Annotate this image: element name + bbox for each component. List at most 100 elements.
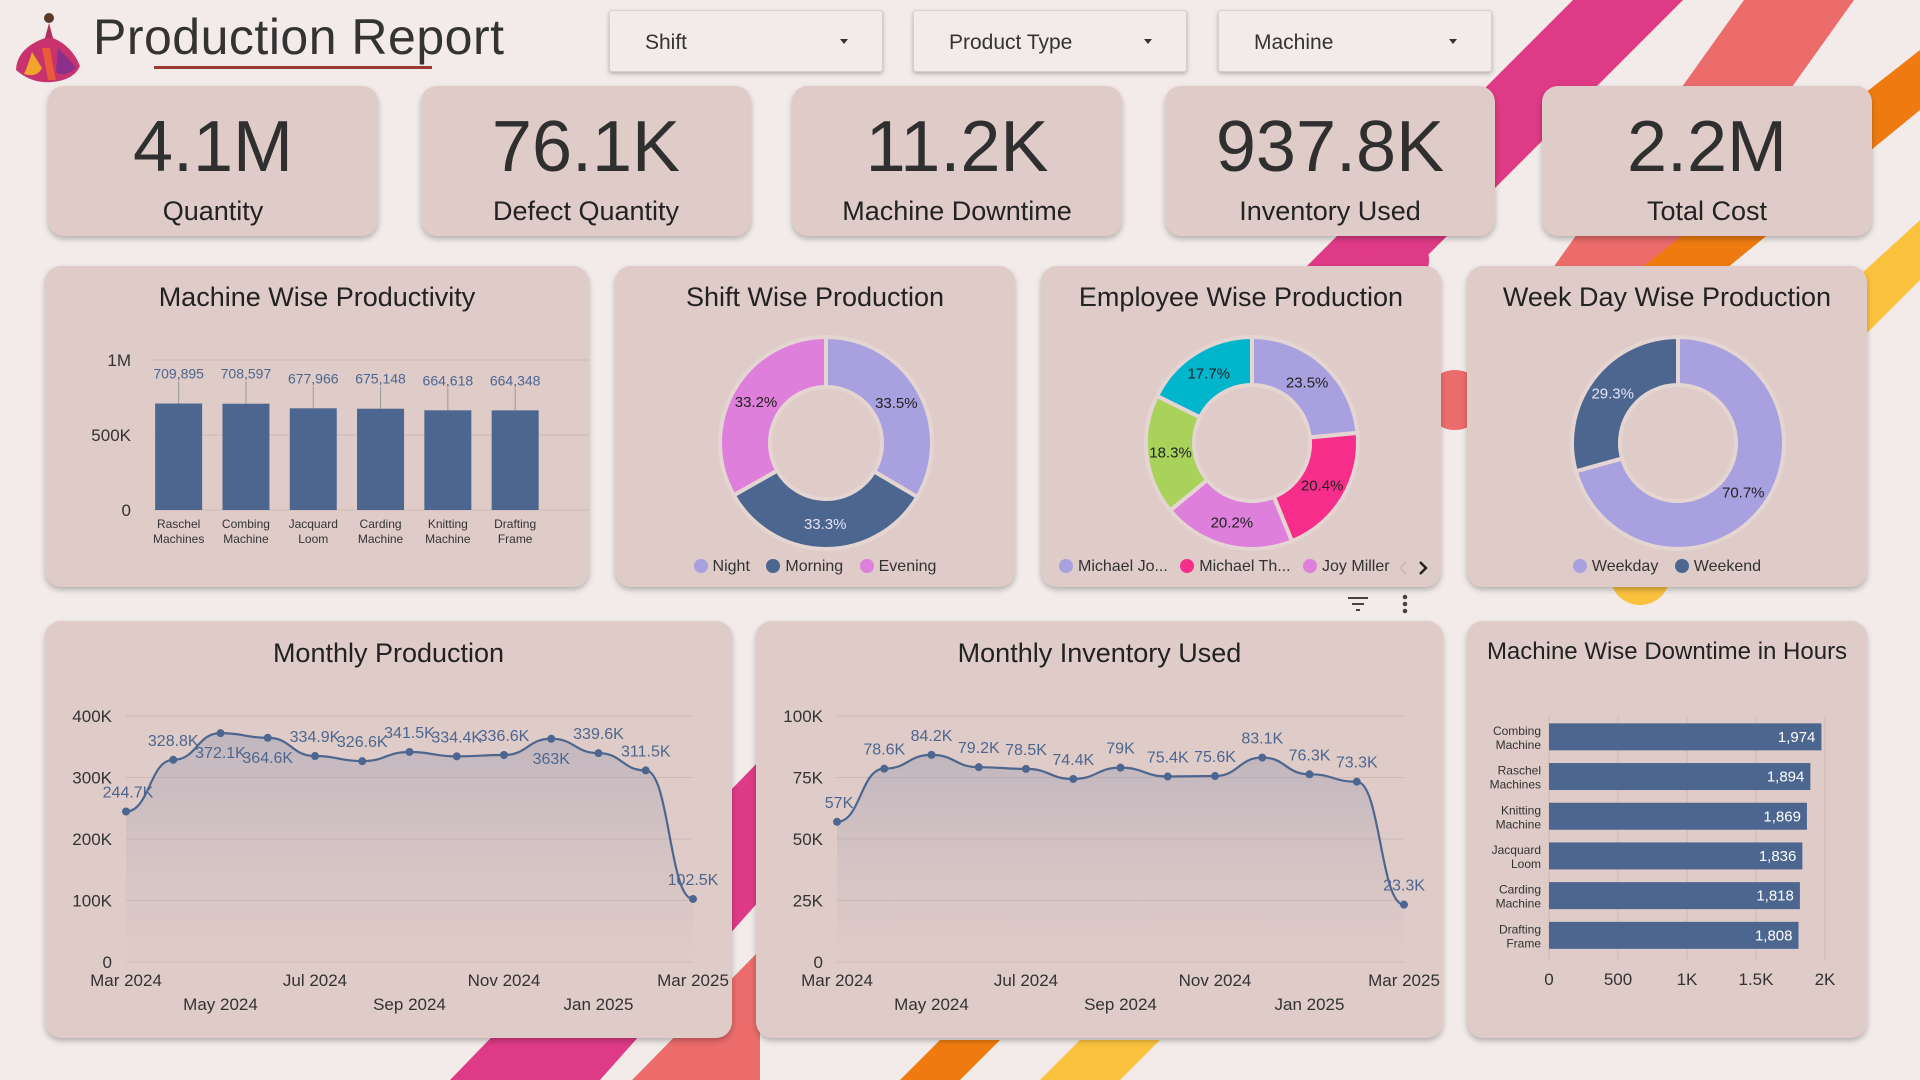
x-tick-label: Jul 2024 <box>994 971 1058 990</box>
x-tick-label: Loom <box>298 532 328 546</box>
y-tick-label: 1M <box>107 351 131 370</box>
point-data-label: 336.6K <box>479 728 530 745</box>
machine-filter-label: Machine <box>1254 31 1334 54</box>
legend-item[interactable]: Evening <box>859 558 937 576</box>
point-data-label: 75.6K <box>1194 749 1236 766</box>
slice-data-label: 20.2% <box>1211 514 1254 531</box>
chevron-left-icon[interactable] <box>1397 560 1409 576</box>
point-data-label: 328.8K <box>148 733 199 750</box>
legend-label: Night <box>712 558 750 575</box>
slice-data-label: 33.5% <box>875 395 918 412</box>
legend-item[interactable]: Morning <box>766 558 843 576</box>
kpi-label: Total Cost <box>1646 196 1768 226</box>
legend-label: Weekend <box>1693 558 1762 575</box>
shift-filter-dropdown[interactable]: Shift <box>609 10 883 72</box>
kpi-value: 937.8K <box>1215 107 1445 187</box>
chart-legend: Night Morning Evening <box>615 558 1015 576</box>
y-tick-label: Machine <box>1496 817 1542 831</box>
legend-label: Joy Miller <box>1322 558 1390 575</box>
machine-downtime-chart: 0 500 1K 1.5K 2K1,974CombingMachine1,894Rasc… <box>1490 716 1836 989</box>
data-point <box>452 752 461 761</box>
legend-item[interactable]: Michael Jo... <box>1059 558 1168 576</box>
bar-data-label: 1,894 <box>1767 769 1805 786</box>
x-tick-label: Mar 2024 <box>801 971 873 990</box>
y-tick-label: Frame <box>1506 936 1541 950</box>
legend-item[interactable]: Michael Th... <box>1180 558 1291 576</box>
bar-data-label: 664,348 <box>490 372 541 388</box>
y-tick-label: 100K <box>72 892 112 911</box>
bar-data-label: 1,869 <box>1763 808 1801 825</box>
bar <box>424 410 472 510</box>
x-tick-label: May 2024 <box>183 995 258 1014</box>
slice-data-label: 18.3% <box>1149 444 1192 461</box>
kpi-value: 2.2M <box>1626 107 1788 187</box>
data-point <box>594 749 603 758</box>
y-tick-label: 0 <box>122 501 131 520</box>
y-tick-label: Drafting <box>1499 922 1541 936</box>
bar-data-label: 709,895 <box>153 366 204 382</box>
x-tick-label: Frame <box>498 532 533 546</box>
kpi-card-machine-downtime: 11.2K Machine Downtime <box>792 86 1122 236</box>
y-tick-label: 50K <box>793 830 824 849</box>
donut-slice <box>1570 334 1680 474</box>
point-data-label: 83.1K <box>1241 731 1283 748</box>
data-point <box>927 750 936 759</box>
data-point <box>122 807 130 816</box>
x-tick-label: Machine <box>223 532 269 546</box>
legend-item[interactable]: Weekday <box>1572 558 1659 576</box>
point-data-label: 341.5K <box>384 725 435 742</box>
machine-productivity-chart: 0 500K 1M 709,895 RaschelMachines 708,597 Comb… <box>91 351 589 546</box>
slice-data-label: 33.3% <box>804 516 847 533</box>
legend-label: Michael Th... <box>1199 558 1291 575</box>
donut-slice <box>731 467 920 551</box>
kpi-label: Inventory Used <box>1239 196 1421 226</box>
point-data-label: 79.2K <box>958 740 1000 757</box>
legend-item[interactable]: Weekend <box>1674 558 1762 576</box>
x-tick-label: Machine <box>425 532 471 546</box>
data-point <box>405 747 414 756</box>
data-point <box>1305 770 1314 779</box>
data-point <box>1069 774 1078 783</box>
kpi-value: 11.2K <box>865 107 1049 187</box>
point-data-label: 244.7K <box>103 785 154 802</box>
area-fill <box>837 754 1404 962</box>
legend-item[interactable]: Night <box>693 558 750 576</box>
point-data-label: 78.6K <box>863 742 905 759</box>
point-data-label: 326.6K <box>337 734 388 751</box>
x-tick-label: Jan 2025 <box>1275 995 1345 1014</box>
bar-data-label: 1,836 <box>1759 848 1797 865</box>
chart-legend: Weekday Weekend <box>1467 558 1867 576</box>
legend-label: Weekday <box>1591 558 1659 575</box>
machine-filter-dropdown[interactable]: Machine <box>1218 10 1492 72</box>
x-tick-label: 500 <box>1604 970 1632 989</box>
kpi-label: Quantity <box>162 196 264 226</box>
chevron-right-icon[interactable] <box>1417 560 1429 576</box>
filter-icon[interactable] <box>1346 594 1370 614</box>
x-tick-label: Jan 2025 <box>564 995 634 1014</box>
kpi-label: Defect Quantity <box>492 196 680 226</box>
data-point <box>974 763 983 772</box>
bar <box>155 403 203 510</box>
more-options-icon[interactable] <box>1399 593 1411 615</box>
y-tick-label: Carding <box>1499 883 1541 897</box>
legend-label: Evening <box>878 558 937 575</box>
x-tick-label: Machines <box>153 532 204 546</box>
bar-data-label: 664,618 <box>423 372 474 388</box>
product-type-filter-dropdown[interactable]: Product Type <box>913 10 1187 72</box>
x-tick-label: Nov 2024 <box>468 971 541 990</box>
data-point <box>1163 772 1172 781</box>
kpi-card-quantity: 4.1M Quantity <box>48 86 378 236</box>
y-tick-label: 0 <box>814 953 823 972</box>
x-tick-label: Raschel <box>157 517 200 531</box>
legend-item[interactable]: Joy Miller <box>1303 558 1390 576</box>
y-tick-label: 500K <box>91 426 131 445</box>
bar-data-label: 675,148 <box>355 371 406 387</box>
bar <box>491 410 539 510</box>
legend-label: Morning <box>785 558 844 575</box>
machine-productivity-card: Machine Wise Productivity 0 500K 1M 709,895… <box>45 266 589 587</box>
weekday-production-card: Week Day Wise Production 70.7% 29.3% Week… <box>1467 266 1867 587</box>
data-point <box>880 764 889 773</box>
data-point <box>263 733 272 742</box>
point-data-label: 23.3K <box>1383 878 1425 895</box>
legend-label: Michael Jo... <box>1078 558 1168 575</box>
